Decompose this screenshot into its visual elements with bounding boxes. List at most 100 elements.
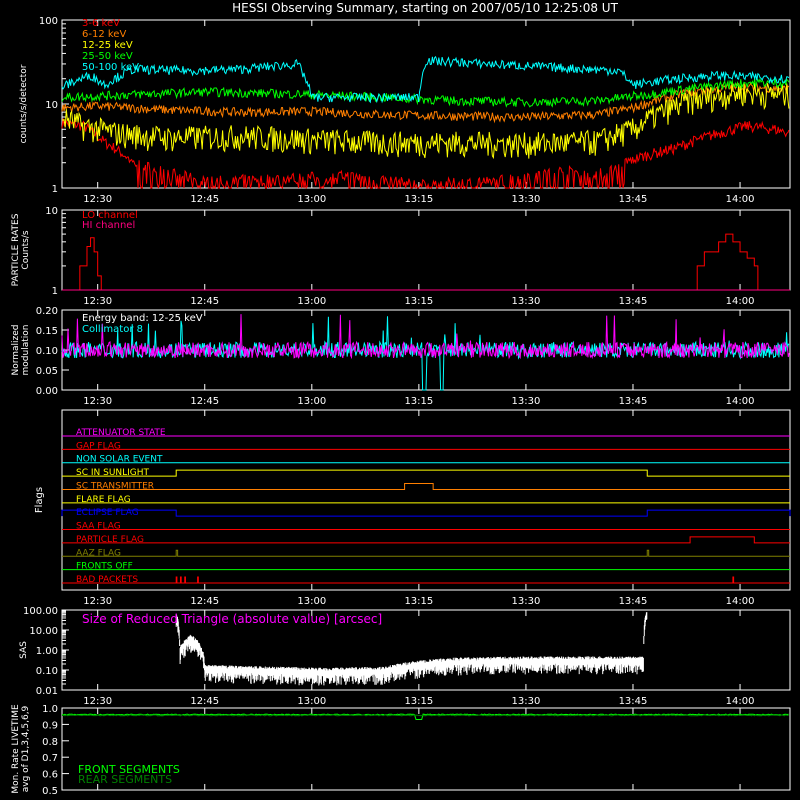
flag-fronts-off: FRONTS OFF (62, 562, 790, 572)
y-tick-label: 0.01 (36, 686, 58, 697)
y-tick-label: 0.9 (42, 720, 58, 731)
flag-label: ATTENUATOR STATE (76, 428, 166, 438)
flag-attenuator-state: ATTENUATOR STATE (62, 428, 790, 438)
flag-line (62, 549, 790, 557)
y-axis-label-2: modulation (21, 325, 31, 376)
panel-frame-1 (61, 209, 791, 291)
flag-line (62, 576, 790, 584)
x-tick-label: 13:45 (619, 194, 648, 205)
flag-eclipse-flag: ECLIPSE FLAG (61, 508, 791, 518)
y-tick-label: 100.00 (23, 606, 58, 617)
flag-label: SAA FLAG (76, 522, 121, 532)
y-tick-label: 1.00 (36, 646, 58, 657)
flag-line (62, 469, 790, 477)
x-tick-label: 13:00 (297, 696, 326, 707)
flag-label: PARTICLE FLAG (76, 535, 144, 545)
flag-bad-packets: BAD PACKETS (62, 575, 790, 585)
y-tick-label: 100 (39, 16, 58, 27)
flag-label: SC TRANSMITTER (76, 481, 154, 491)
x-tick-label: 13:30 (512, 396, 541, 407)
x-tick-label: 12:45 (190, 596, 219, 607)
legend-entry: HI channel (82, 220, 135, 231)
flag-label: FLARE FLAG (76, 495, 131, 505)
x-tick-label: 14:00 (726, 396, 755, 407)
y-tick-label: 0.20 (36, 306, 58, 317)
x-tick-label: 13:00 (297, 194, 326, 205)
flag-line (62, 482, 790, 490)
x-tick-label: 13:45 (619, 296, 648, 307)
panel-annotation: Energy band: 12-25 keV (82, 313, 203, 324)
flag-non-solar-event: NON SOLAR EVENT (62, 455, 790, 465)
y-tick-label: 1 (52, 286, 58, 297)
x-tick-label: 13:30 (512, 194, 541, 205)
legend-entry: 50-100 keV (82, 62, 139, 73)
flag-label: NON SOLAR EVENT (76, 455, 163, 465)
y-axis-label: PARTICLE RATES (11, 213, 21, 286)
y-axis-label: Flags (34, 487, 45, 513)
x-tick-label: 12:45 (190, 696, 219, 707)
flag-label: FRONTS OFF (76, 562, 133, 572)
y-tick-label: 10 (45, 100, 58, 111)
x-tick-label: 13:00 (297, 596, 326, 607)
flag-line (62, 536, 790, 544)
x-tick-label: 12:30 (83, 296, 112, 307)
series-line (61, 55, 790, 104)
chart-title: HESSI Observing Summary, starting on 200… (232, 1, 618, 15)
x-tick-label: 12:45 (190, 194, 219, 205)
x-tick-label: 12:30 (83, 696, 112, 707)
flag-label: BAD PACKETS (76, 575, 138, 585)
x-tick-label: 13:30 (512, 296, 541, 307)
x-tick-label: 13:15 (404, 696, 433, 707)
y-tick-label: 0.6 (42, 770, 58, 781)
x-tick-label: 12:30 (83, 596, 112, 607)
y-axis-label: Normalized (11, 324, 21, 375)
x-tick-label: 13:00 (297, 396, 326, 407)
legend-entry: REAR SEGMENTS (78, 773, 172, 786)
flag-particle-flag: PARTICLE FLAG (62, 535, 790, 545)
x-tick-label: 13:30 (512, 596, 541, 607)
x-tick-label: 14:00 (726, 194, 755, 205)
x-tick-label: 13:15 (404, 396, 433, 407)
x-tick-label: 13:30 (512, 696, 541, 707)
y-tick-label: 1.0 (42, 704, 58, 715)
y-tick-label: 10.00 (29, 626, 58, 637)
x-tick-label: 12:30 (83, 194, 112, 205)
y-tick-label: 0.10 (36, 346, 58, 357)
x-tick-label: 14:00 (726, 296, 755, 307)
flag-aaz-flag: AAZ FLAG (62, 548, 790, 558)
y-tick-label: 10 (45, 206, 58, 217)
legend-entry: 25-50 keV (82, 51, 133, 62)
hessi-observing-summary: HESSI Observing Summary, starting on 200… (11, 1, 791, 797)
x-tick-label: 13:45 (619, 596, 648, 607)
y-tick-label: 0.00 (36, 386, 58, 397)
x-tick-label: 12:45 (190, 296, 219, 307)
y-tick-label: 1 (52, 184, 58, 195)
legend-entry: Collimator 8 (82, 324, 143, 335)
x-tick-label: 12:30 (83, 396, 112, 407)
y-tick-label: 0.05 (36, 366, 58, 377)
legend-entry: 3-6 keV (82, 18, 120, 29)
legend-entry: 6-12 keV (82, 29, 126, 40)
x-tick-label: 14:00 (726, 696, 755, 707)
x-tick-label: 14:00 (726, 596, 755, 607)
x-tick-label: 12:45 (190, 396, 219, 407)
x-tick-label: 13:45 (619, 396, 648, 407)
y-axis-label: counts/s/detector (19, 64, 29, 143)
series-50-100-keV (61, 55, 790, 104)
y-axis-label: SAS (19, 641, 29, 659)
flag-label: SC IN SUNLIGHT (76, 468, 150, 478)
x-tick-label: 13:45 (619, 696, 648, 707)
y-tick-label: 0.8 (42, 737, 58, 748)
legend-entry: 12-25 keV (82, 40, 133, 51)
series-LO-channel (62, 233, 790, 291)
flag-flare-flag: FLARE FLAG (62, 495, 790, 505)
flag-label: GAP FLAG (76, 441, 121, 451)
y-tick-label: 0.7 (42, 753, 58, 764)
x-tick-label: 13:00 (297, 296, 326, 307)
flag-line (61, 509, 791, 517)
y-axis-label-2: Counts/s (21, 230, 31, 269)
y-axis-label-2: avg of D1,3,4,5,6,9 (21, 705, 31, 792)
flag-gap-flag: GAP FLAG (62, 441, 790, 451)
panel-annotation: Size of Reduced Triangle (absolute value… (82, 612, 382, 626)
x-tick-label: 13:15 (404, 296, 433, 307)
